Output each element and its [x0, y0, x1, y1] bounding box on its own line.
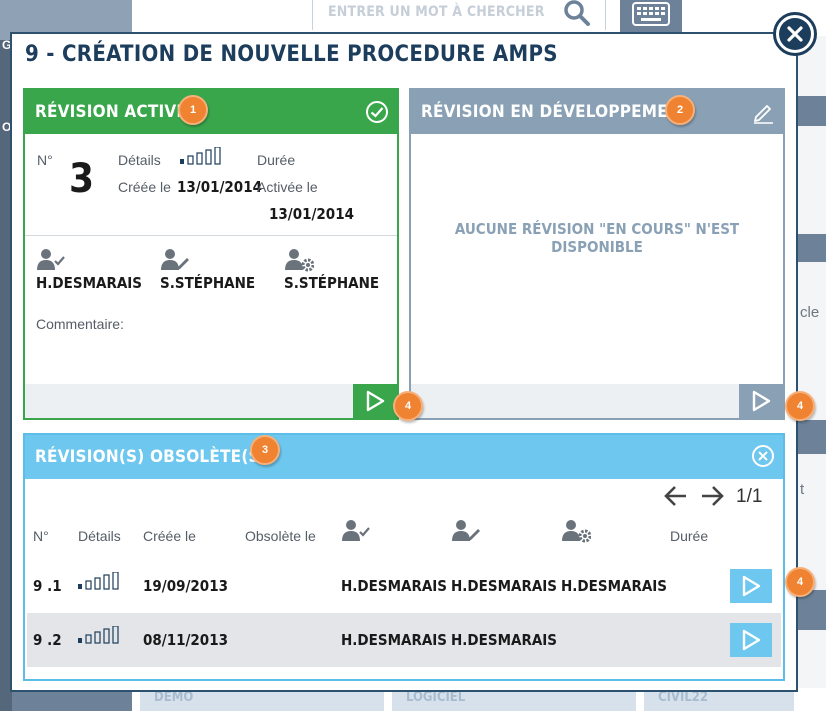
- column-obsolete: Obsolète le: [245, 528, 316, 544]
- pencil-icon: [754, 105, 773, 124]
- callout-badge: 2: [665, 95, 695, 125]
- background-right-fragment: cle: [800, 304, 820, 321]
- play-icon: [366, 390, 385, 412]
- activated-date: 13/01/2014: [269, 205, 354, 223]
- callout-badge: 4: [785, 567, 815, 597]
- created-label: Créée le: [118, 179, 171, 195]
- background-right-block: [798, 234, 826, 262]
- divider: [25, 235, 397, 236]
- keyboard-icon: [632, 2, 670, 26]
- development-revision-header: RÉVISION EN DÉVELOPPEMENT: [411, 90, 783, 134]
- background-right-fragment: t: [800, 481, 805, 498]
- number-label: N°: [37, 152, 53, 168]
- page-indicator: 1/1: [736, 486, 763, 507]
- author-name: S.STÉPHANE: [160, 274, 256, 292]
- modal-title: 9 - CRÉATION DE NOUVELLE PROCEDURE AMPS: [25, 42, 558, 67]
- close-obsolete-button[interactable]: [751, 444, 775, 468]
- revision-number: 3: [69, 156, 95, 202]
- active-revision-title: RÉVISION ACTIVE: [35, 102, 188, 122]
- callout-badge: 4: [393, 391, 423, 421]
- open-active-revision-button[interactable]: [353, 384, 397, 418]
- details-levels-icon: [78, 626, 119, 644]
- row-created-date: 19/09/2013: [143, 577, 228, 595]
- background-right-block: [798, 420, 826, 454]
- active-revision-header: RÉVISION ACTIVE: [25, 90, 397, 134]
- development-panel-footer: [411, 384, 783, 418]
- arrow-right-icon: [702, 486, 724, 506]
- close-modal-button[interactable]: [773, 12, 817, 56]
- open-revision-button[interactable]: [730, 623, 772, 657]
- details-levels-icon: [78, 572, 119, 590]
- row-number: 9 .2: [33, 631, 62, 649]
- play-icon: [752, 390, 771, 412]
- user-edit-icon: [161, 249, 189, 270]
- active-panel-footer: [25, 384, 397, 418]
- next-page-button[interactable]: [699, 485, 725, 512]
- close-icon: [787, 26, 803, 42]
- approver-name: H.DESMARAIS: [36, 274, 143, 292]
- user-settings-icon: [285, 249, 314, 272]
- check-circle-icon: [366, 101, 388, 123]
- obsolete-revisions-title: RÉVISION(S) OBSOLÈTE(S): [35, 447, 267, 467]
- development-revision-panel: RÉVISION EN DÉVELOPPEMENT AUCUNE RÉVISIO…: [409, 88, 785, 420]
- row-author: H.DESMARAIS: [451, 631, 558, 649]
- row-author: H.DESMARAIS: [451, 577, 558, 595]
- created-date: 13/01/2014: [177, 178, 262, 196]
- background-right-block: [798, 96, 826, 126]
- row-approver: H.DESMARAIS: [341, 577, 448, 595]
- development-revision-title: RÉVISION EN DÉVELOPPEMENT: [421, 102, 692, 122]
- row-manager: H.DESMARAIS: [561, 577, 668, 595]
- arrow-left-icon: [664, 486, 686, 506]
- activated-label: Activée le: [257, 179, 318, 195]
- callout-badge: 3: [250, 435, 280, 465]
- play-icon: [742, 629, 761, 651]
- manager-name: S.STÉPHANE: [284, 274, 380, 292]
- search-icon[interactable]: [560, 0, 594, 28]
- user-approved-icon: [342, 520, 370, 541]
- row-approver: H.DESMARAIS: [341, 631, 448, 649]
- column-number: N°: [33, 528, 49, 544]
- search-placeholder: ENTRER UN MOT À CHERCHER: [328, 4, 545, 20]
- no-revision-message: AUCUNE RÉVISION "EN COURS" N'EST DISPONI…: [454, 220, 740, 256]
- duree-label: Durée: [257, 152, 296, 168]
- row-created-date: 08/11/2013: [143, 631, 228, 649]
- user-edit-icon: [452, 520, 480, 541]
- close-circle-icon: [752, 445, 774, 467]
- column-created: Créée le: [143, 528, 196, 544]
- callout-badge: 1: [178, 95, 208, 125]
- play-icon: [742, 575, 761, 597]
- column-duree: Durée: [670, 528, 709, 544]
- previous-page-button[interactable]: [663, 485, 689, 512]
- user-settings-icon: [562, 520, 591, 543]
- obsolete-revisions-panel: RÉVISION(S) OBSOLÈTE(S) 1/1 N° Détails C…: [23, 433, 785, 681]
- details-levels-icon: [180, 146, 224, 170]
- row-number: 9 .1: [33, 577, 62, 595]
- keyboard-button[interactable]: [620, 0, 682, 32]
- details-label: Détails: [118, 152, 161, 168]
- column-details: Détails: [78, 528, 121, 544]
- open-revision-button[interactable]: [730, 569, 772, 603]
- active-revision-panel: RÉVISION ACTIVE N° 3 Détails Durée Créée…: [23, 88, 399, 420]
- callout-badge: 4: [785, 391, 815, 421]
- comment-label: Commentaire:: [36, 316, 124, 332]
- obsolete-revisions-header: RÉVISION(S) OBSOLÈTE(S): [25, 435, 783, 479]
- user-approved-icon: [37, 249, 65, 270]
- open-development-revision-button[interactable]: [739, 384, 783, 418]
